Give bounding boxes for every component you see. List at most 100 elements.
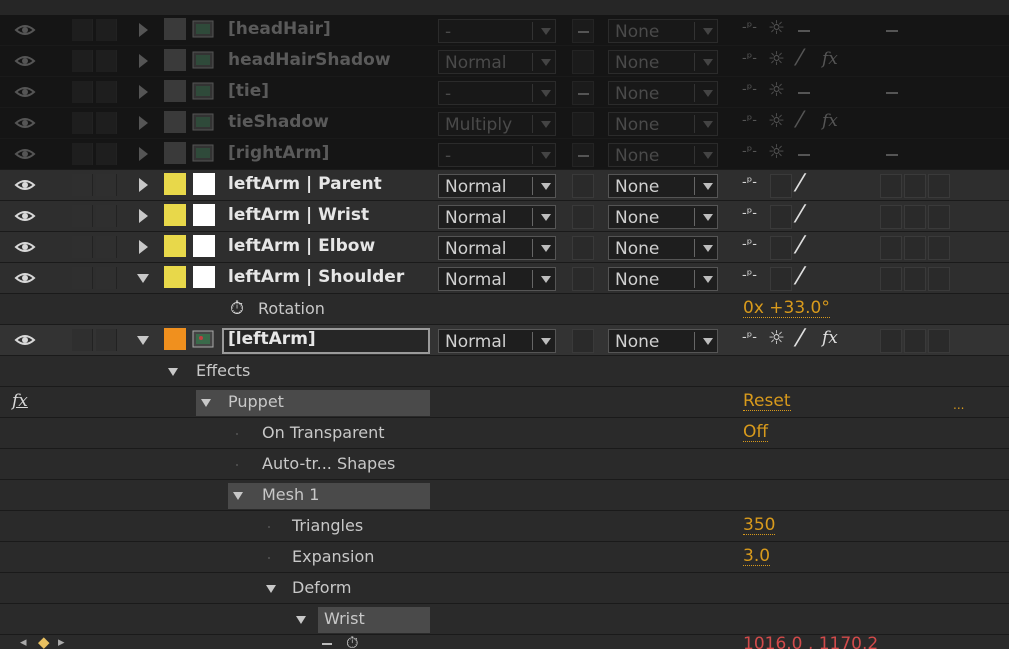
layer-row-rightArm[interactable]: [rightArm] - None -ᵖ- ☼ (0, 139, 1009, 170)
position-value[interactable]: 1016.0 , 1170.2 (743, 634, 878, 649)
blend-mode-dropdown[interactable]: Normal (438, 174, 556, 198)
expand-arrow-icon[interactable] (139, 209, 148, 223)
adjustment-switch[interactable] (904, 329, 926, 353)
sun-icon[interactable]: ☼ (768, 141, 785, 163)
solo-switch[interactable] (72, 174, 93, 196)
stopwatch-icon[interactable]: ⏱ (346, 633, 358, 649)
track-matte-dropdown[interactable]: None (608, 267, 718, 291)
keyframe-diamond-icon[interactable]: ◆ (38, 633, 50, 649)
sun-icon[interactable]: ☼ (768, 110, 785, 132)
track-matte-dropdown[interactable]: None (608, 50, 718, 74)
group-row-deform[interactable]: Deform (0, 573, 1009, 604)
prev-keyframe-icon[interactable]: ◂ (20, 635, 27, 649)
layer-row-headHairShadow[interactable]: headHairShadow Normal None -ᵖ- ☼ ⁄ fx (0, 46, 1009, 77)
track-matte-dropdown[interactable]: None (608, 112, 718, 136)
fx-icon[interactable]: fx (822, 111, 838, 131)
blend-mode-dropdown[interactable]: - (438, 19, 556, 43)
collapse-switch[interactable] (770, 205, 792, 229)
solo-switch[interactable] (72, 267, 93, 289)
label-color-swatch[interactable] (164, 235, 186, 257)
group-row-wrist[interactable]: Wrist (0, 604, 1009, 635)
pen-icon[interactable]: ⁄ (798, 324, 802, 352)
shy-icon[interactable]: -ᵖ- (742, 237, 757, 252)
label-color-swatch[interactable] (164, 204, 186, 226)
label-color-swatch[interactable] (164, 266, 186, 288)
motion-blur-switch[interactable] (880, 205, 902, 229)
layer-row-leftArm-elbow[interactable]: leftArm | Elbow Normal None -ᵖ- ⁄ (0, 231, 1009, 263)
track-matte-dropdown[interactable]: None (608, 205, 718, 229)
blend-mode-dropdown[interactable]: Normal (438, 329, 556, 353)
solo-switch[interactable] (72, 50, 93, 72)
layer-name[interactable]: headHairShadow (228, 50, 391, 70)
expand-arrow-icon[interactable] (139, 147, 148, 161)
blend-mode-dropdown[interactable]: Multiply (438, 112, 556, 136)
on-transparent-value[interactable]: Off (743, 423, 769, 442)
label-color-swatch[interactable] (164, 173, 186, 195)
reset-link[interactable]: Reset (743, 392, 791, 411)
solo-switch[interactable] (72, 143, 93, 165)
layer-row-leftArm-wrist[interactable]: leftArm | Wrist Normal None -ᵖ- ⁄ (0, 200, 1009, 232)
shy-icon[interactable]: -ᵖ- (742, 206, 757, 221)
layer-name[interactable]: [tie] (228, 81, 269, 101)
lock-switch[interactable] (96, 143, 117, 165)
sun-icon[interactable]: ☼ (768, 17, 785, 39)
expand-arrow-icon[interactable] (139, 85, 148, 99)
eye-icon[interactable] (14, 21, 36, 39)
eye-icon[interactable] (14, 52, 36, 70)
track-matte-dropdown[interactable]: None (608, 174, 718, 198)
pen-icon[interactable]: ⁄ (798, 46, 802, 71)
track-matte-dropdown[interactable]: None (608, 329, 718, 353)
adjustment-dash-icon[interactable] (886, 30, 898, 32)
eye-icon[interactable] (14, 145, 36, 163)
triangles-value[interactable]: 350 (743, 516, 776, 535)
3d-layer-switch[interactable] (928, 267, 950, 291)
shy-icon[interactable]: -ᵖ- (742, 82, 757, 97)
shy-icon[interactable]: -ᵖ- (742, 268, 757, 283)
layer-row-tie[interactable]: [tie] - None -ᵖ- ☼ (0, 77, 1009, 108)
preserve-transparency-box[interactable] (572, 329, 594, 353)
layer-row-tieShadow[interactable]: tieShadow Multiply None -ᵖ- ☼ ⁄ fx (0, 108, 1009, 139)
track-matte-dropdown[interactable]: None (608, 143, 718, 167)
pen-icon[interactable]: ⁄ (798, 200, 802, 228)
solo-switch[interactable] (72, 205, 93, 227)
blend-mode-dropdown[interactable]: Normal (438, 50, 556, 74)
shy-icon[interactable]: -ᵖ- (742, 330, 757, 345)
blend-mode-dropdown[interactable]: Normal (438, 267, 556, 291)
group-row-mesh[interactable]: Mesh 1 (0, 480, 1009, 511)
pen-icon[interactable]: ⁄ (798, 108, 802, 133)
collapse-arrow-icon[interactable] (201, 399, 211, 407)
preserve-transparency-box[interactable] (572, 50, 594, 74)
track-matte-dropdown[interactable]: None (608, 19, 718, 43)
blend-mode-dropdown[interactable]: - (438, 143, 556, 167)
fx-icon[interactable]: fx (822, 49, 838, 69)
property-row-on-transparent[interactable]: On Transparent Off (0, 418, 1009, 449)
label-color-swatch[interactable] (164, 111, 186, 133)
collapse-arrow-icon[interactable] (137, 336, 149, 345)
property-row-expansion[interactable]: Expansion 3.0 (0, 542, 1009, 573)
layer-name[interactable]: tieShadow (228, 112, 329, 132)
effect-row-puppet[interactable]: fx Puppet Reset ... (0, 387, 1009, 418)
more-options-link[interactable]: ... (953, 396, 964, 414)
layer-row-leftArm[interactable]: [leftArm] Normal None -ᵖ- ☼ ⁄ fx (0, 324, 1009, 356)
expansion-value[interactable]: 3.0 (743, 547, 771, 566)
collapse-switch[interactable] (770, 236, 792, 260)
adjustment-switch[interactable] (904, 236, 926, 260)
motion-blur-switch[interactable] (880, 174, 902, 198)
expand-arrow-icon[interactable] (139, 23, 148, 37)
adjustment-switch[interactable] (904, 174, 926, 198)
solo-switch[interactable] (72, 81, 93, 103)
blend-mode-dropdown[interactable]: Normal (438, 236, 556, 260)
lock-switch[interactable] (96, 81, 117, 103)
adjustment-switch[interactable] (904, 205, 926, 229)
layer-row-leftArm-shoulder[interactable]: leftArm | Shoulder Normal None -ᵖ- ⁄ (0, 262, 1009, 294)
pen-icon[interactable]: ⁄ (798, 231, 802, 259)
pen-icon[interactable]: ⁄ (798, 169, 802, 197)
eye-icon[interactable] (14, 269, 36, 287)
solo-switch[interactable] (72, 329, 93, 351)
track-matte-dropdown[interactable]: None (608, 236, 718, 260)
shy-icon[interactable]: -ᵖ- (742, 20, 757, 35)
quality-dash-icon[interactable] (798, 154, 810, 156)
eye-icon[interactable] (14, 331, 36, 349)
property-row-rotation[interactable]: ⏱ Rotation 0x +33.0° (0, 294, 1009, 325)
layer-row-headHair[interactable]: [headHair] - None -ᵖ- ☼ (0, 15, 1009, 46)
